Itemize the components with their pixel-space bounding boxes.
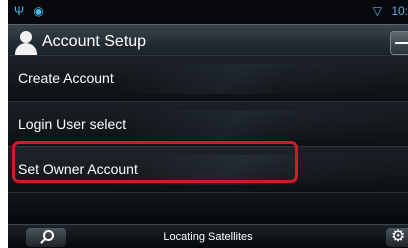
selection-highlight: [12, 141, 298, 183]
settings-button[interactable]: ⚙: [386, 228, 408, 247]
back-icon: [395, 42, 408, 44]
wifi-icon: ▽: [372, 4, 382, 18]
clock: 10:: [391, 4, 408, 18]
menu-item-create-account[interactable]: Create Account: [8, 55, 408, 102]
gear-icon: ⚙: [391, 228, 406, 245]
menu-item-label: Create Account: [18, 70, 114, 86]
gps-status-text: Locating Satellites: [163, 231, 253, 243]
empty-list-row: [8, 192, 408, 225]
status-bar: Ψ ◉ ▽ 10:: [8, 0, 408, 24]
bottom-bar: Locating Satellites ⚙: [8, 224, 408, 248]
device-screen: Ψ ◉ ▽ 10: Account Setup Create Account L…: [8, 0, 408, 248]
person-icon: [15, 31, 37, 55]
status-right: ▽ 10:: [373, 4, 408, 18]
page-title: Account Setup: [42, 33, 147, 50]
back-button[interactable]: [390, 31, 408, 55]
usb-bluetooth-icons: Ψ ◉: [14, 4, 47, 18]
menu-item-label: Login User select: [18, 116, 127, 132]
